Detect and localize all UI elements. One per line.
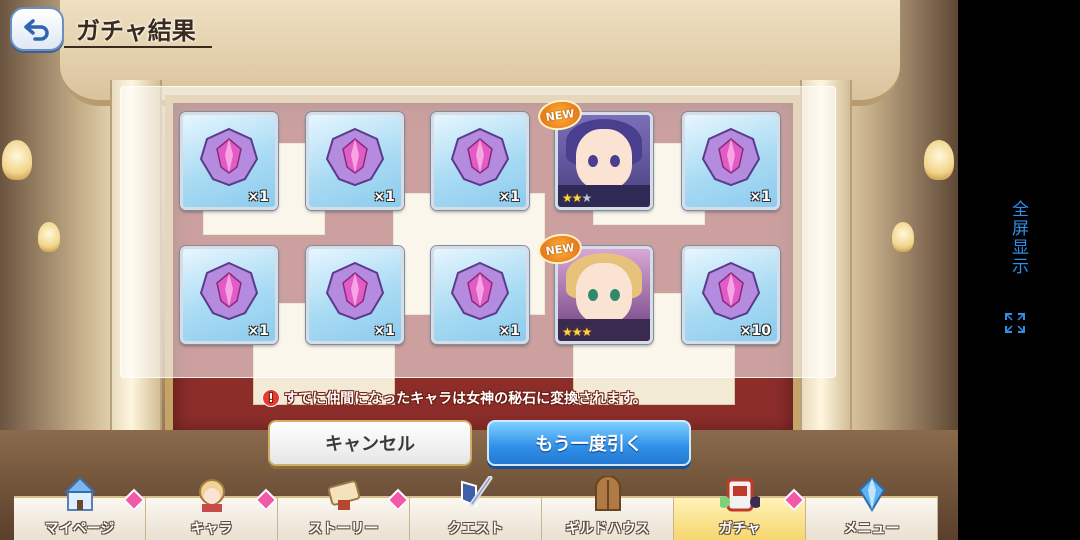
page-title: ガチャ結果 [76, 16, 196, 45]
nav-item-guildhouse[interactable]: ギルドハウス [542, 476, 674, 540]
result-card-item[interactable]: ×1 [682, 112, 780, 210]
wall-lamp-icon [892, 222, 914, 252]
goddess-stone-icon [199, 127, 259, 187]
fullscreen-button[interactable]: 全屏显示 [1006, 200, 1031, 276]
result-card-item[interactable]: ×1 [431, 246, 529, 344]
goddess-stone-icon [701, 127, 761, 187]
goddess-stone-icon [450, 127, 510, 187]
castle-icon [63, 476, 96, 511]
result-card-item[interactable]: ×1 [431, 112, 529, 210]
nav-item-story[interactable]: ストーリー [278, 480, 410, 540]
back-button[interactable] [10, 7, 64, 51]
wall-lamp-icon [924, 140, 954, 180]
expand-icon[interactable] [1004, 312, 1026, 334]
goddess-stone-icon [701, 261, 761, 321]
conversion-notice: ! すでに仲間になったキャラは女神の秘石に変換されます。 [262, 388, 647, 408]
title-underline [64, 46, 212, 48]
game-scene: ガチャ結果 ×1 ×1 ×1 NEW ★★★ ×1 ×1 ×1 ×1 NEW ★… [0, 0, 958, 540]
quantity-label: ×1 [498, 189, 520, 205]
nav-item-quest[interactable]: クエスト [410, 476, 542, 540]
result-card-item[interactable]: ×1 [180, 112, 278, 210]
gacha-icon [719, 478, 760, 512]
warning-icon: ! [262, 389, 280, 407]
wall-lamp-icon [38, 222, 60, 252]
nav-item-mypage[interactable]: マイページ [14, 476, 146, 540]
crystal-icon [858, 476, 885, 512]
notice-text: すでに仲間になったキャラは女神の秘石に変換されます。 [284, 391, 647, 407]
result-card-item[interactable]: ×10 [682, 246, 780, 344]
nav-item-menu[interactable]: メニュー [806, 476, 938, 540]
bottom-nav: マイページ キャラ ストーリー クエスト ギルドハウス ガチャ メニュー [14, 476, 938, 540]
result-card-item[interactable]: ×1 [306, 246, 404, 344]
goddess-stone-icon [325, 127, 385, 187]
back-arrow-icon [24, 19, 49, 41]
star-rating: ★★★ [562, 325, 592, 339]
quantity-label: ×1 [247, 189, 269, 205]
result-card-item[interactable]: ×1 [306, 112, 404, 210]
header: ガチャ結果 [10, 7, 206, 51]
draw-again-button[interactable]: もう一度引く [487, 420, 691, 466]
quantity-label: ×10 [739, 323, 771, 339]
quantity-label: ×1 [749, 189, 771, 205]
quantity-label: ×1 [247, 323, 269, 339]
quantity-label: ×1 [373, 189, 395, 205]
goddess-stone-icon [325, 261, 385, 321]
cancel-button[interactable]: キャンセル [268, 420, 472, 466]
nav-item-chara[interactable]: キャラ [146, 479, 278, 540]
star-rating: ★★★ [562, 191, 592, 205]
character-icon [198, 479, 225, 512]
quantity-label: ×1 [498, 323, 520, 339]
sword-shield-icon [460, 476, 492, 508]
scroll-icon [327, 480, 360, 510]
goddess-stone-icon [450, 261, 510, 321]
wall-lamp-icon [2, 140, 32, 180]
nav-item-gacha[interactable]: ガチャ [674, 478, 806, 540]
door-icon [594, 476, 621, 511]
goddess-stone-icon [199, 261, 259, 321]
quantity-label: ×1 [373, 323, 395, 339]
result-card-item[interactable]: ×1 [180, 246, 278, 344]
